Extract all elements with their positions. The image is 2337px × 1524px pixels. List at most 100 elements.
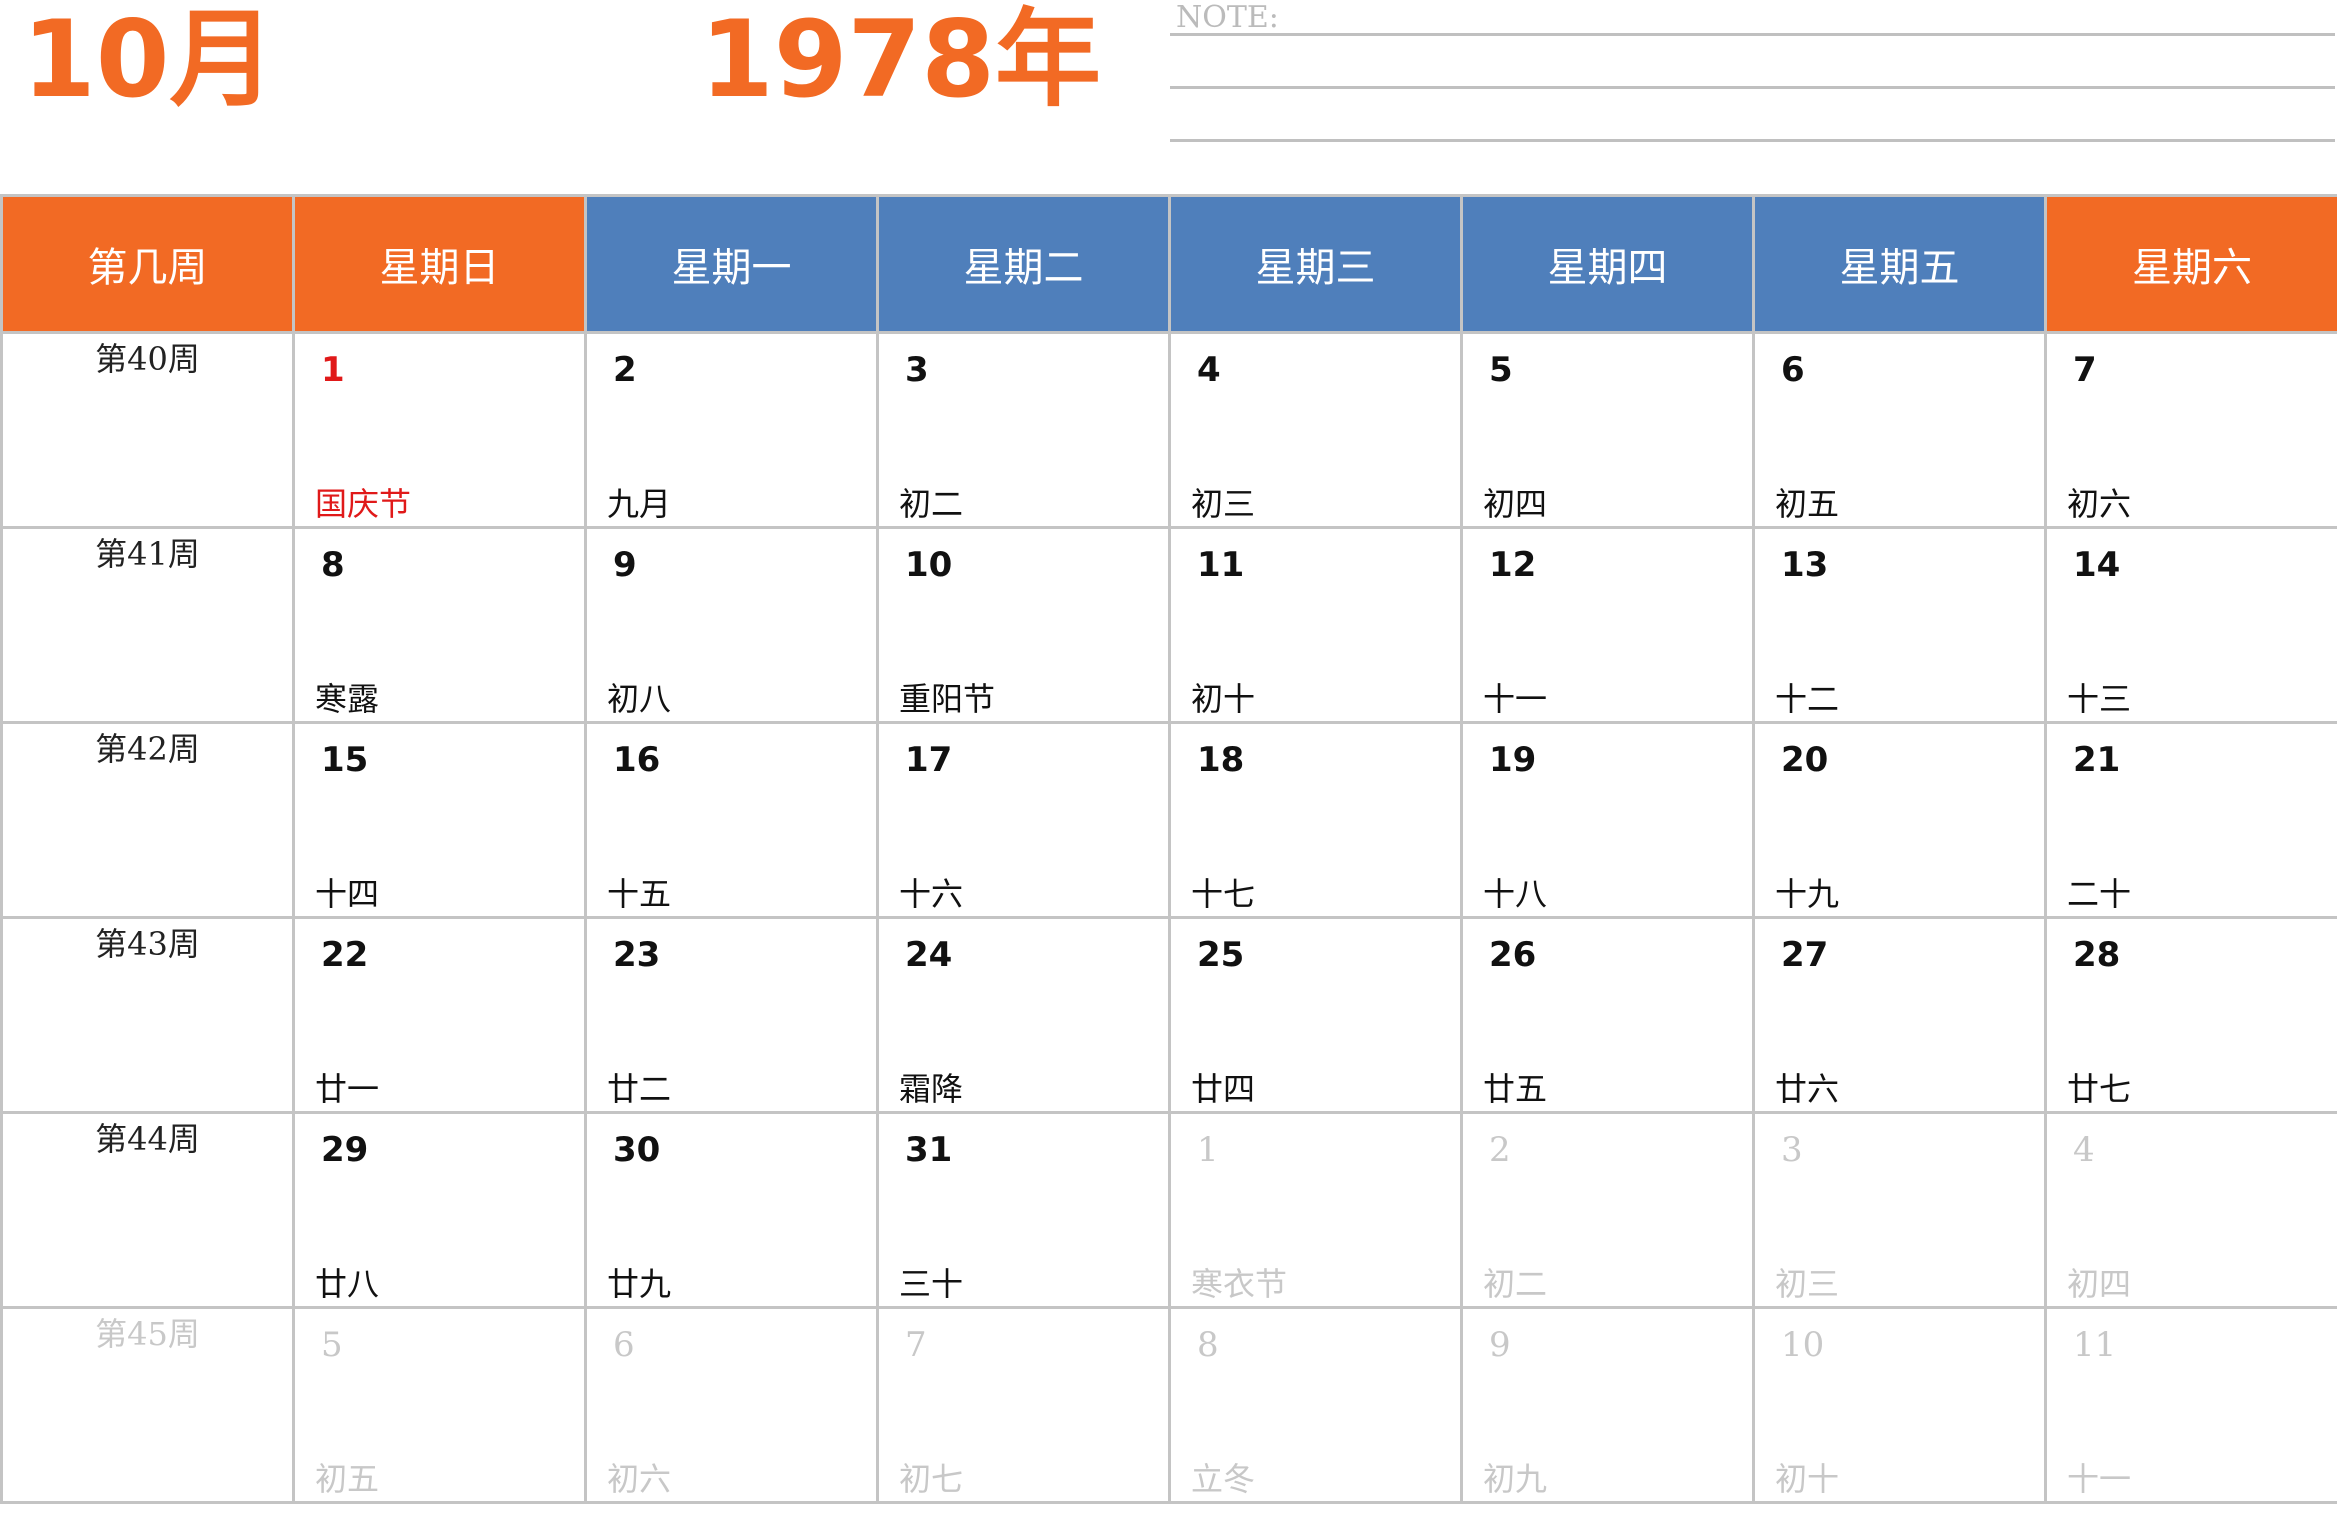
- day-cell[interactable]: 7 初六: [2044, 331, 2337, 529]
- header-friday: 星期五: [1752, 194, 2047, 334]
- header-saturday: 星期六: [2044, 194, 2337, 334]
- day-number: 19: [1489, 740, 1537, 780]
- calendar-grid: 第几周 星期日 星期一 星期二 星期三 星期四 星期五 星期六 第40周 1 国庆节…: [0, 194, 2337, 1504]
- lunar-date: 初十: [1775, 1460, 1840, 1498]
- day-cell[interactable]: 4 初四: [2044, 1111, 2337, 1309]
- lunar-date: 十四: [315, 875, 380, 913]
- day-cell[interactable]: 1 国庆节: [292, 331, 587, 529]
- day-cell[interactable]: 10 初十: [1752, 1306, 2047, 1504]
- lunar-date: 廿九: [607, 1265, 672, 1303]
- day-number: 15: [321, 740, 369, 780]
- day-number: 26: [1489, 935, 1537, 975]
- lunar-date: 廿八: [315, 1265, 380, 1303]
- header-sunday: 星期日: [292, 194, 587, 334]
- day-cell[interactable]: 31 三十: [876, 1111, 1171, 1309]
- lunar-date: 初十: [1191, 680, 1256, 718]
- year-title: 1978年: [700, 0, 1102, 121]
- lunar-date: 重阳节: [899, 680, 996, 718]
- day-cell[interactable]: 3 初二: [876, 331, 1171, 529]
- lunar-date: 十一: [2067, 1460, 2132, 1498]
- day-cell[interactable]: 16 十五: [584, 721, 879, 919]
- day-cell[interactable]: 22 廿一: [292, 916, 587, 1114]
- day-cell[interactable]: 17 十六: [876, 721, 1171, 919]
- day-cell[interactable]: 10 重阳节: [876, 526, 1171, 724]
- day-cell[interactable]: 5 初四: [1460, 331, 1755, 529]
- day-cell[interactable]: 11 初十: [1168, 526, 1463, 724]
- day-number: 9: [1489, 1325, 1511, 1365]
- lunar-date: 寒衣节: [1191, 1265, 1288, 1303]
- day-cell[interactable]: 23 廿二: [584, 916, 879, 1114]
- day-cell[interactable]: 5 初五: [292, 1306, 587, 1504]
- day-number: 16: [613, 740, 661, 780]
- day-cell[interactable]: 19 十八: [1460, 721, 1755, 919]
- day-number: 1: [321, 350, 345, 390]
- lunar-date: 寒露: [315, 680, 380, 718]
- lunar-date: 十五: [607, 875, 672, 913]
- header-thursday: 星期四: [1460, 194, 1755, 334]
- day-cell[interactable]: 15 十四: [292, 721, 587, 919]
- lunar-date: 十二: [1775, 680, 1840, 718]
- day-cell[interactable]: 11 十一: [2044, 1306, 2337, 1504]
- day-number: 2: [613, 350, 637, 390]
- lunar-date: 初三: [1191, 485, 1256, 523]
- day-cell[interactable]: 12 十一: [1460, 526, 1755, 724]
- lunar-date: 初四: [2067, 1265, 2132, 1303]
- day-number: 23: [613, 935, 661, 975]
- day-cell[interactable]: 27 廿六: [1752, 916, 2047, 1114]
- week-number-cell: 第42周: [0, 721, 295, 919]
- lunar-date: 十八: [1483, 875, 1548, 913]
- day-cell[interactable]: 30 廿九: [584, 1111, 879, 1309]
- header-wednesday: 星期三: [1168, 194, 1463, 334]
- day-number: 7: [2073, 350, 2097, 390]
- day-number: 25: [1197, 935, 1245, 975]
- day-cell[interactable]: 3 初三: [1752, 1111, 2047, 1309]
- lunar-date: 初六: [607, 1460, 672, 1498]
- day-number: 18: [1197, 740, 1245, 780]
- lunar-date: 十六: [899, 875, 964, 913]
- lunar-date: 十七: [1191, 875, 1256, 913]
- day-cell[interactable]: 2 九月: [584, 331, 879, 529]
- day-number: 5: [321, 1325, 343, 1365]
- day-cell[interactable]: 20 十九: [1752, 721, 2047, 919]
- day-cell[interactable]: 4 初三: [1168, 331, 1463, 529]
- day-cell[interactable]: 26 廿五: [1460, 916, 1755, 1114]
- day-cell[interactable]: 28 廿七: [2044, 916, 2337, 1114]
- day-number: 28: [2073, 935, 2121, 975]
- day-number: 11: [2073, 1325, 2117, 1365]
- day-cell[interactable]: 6 初六: [584, 1306, 879, 1504]
- week-row: 第43周 22 廿一 23 廿二 24 霜降 25 廿四 26 廿五 27 廿六 28 廿七: [0, 916, 2337, 1114]
- lunar-date: 九月: [607, 485, 672, 523]
- week-number-cell: 第43周: [0, 916, 295, 1114]
- week-number-cell: 第45周: [0, 1306, 295, 1504]
- lunar-date: 十一: [1483, 680, 1548, 718]
- day-number: 20: [1781, 740, 1829, 780]
- day-cell[interactable]: 1 寒衣节: [1168, 1111, 1463, 1309]
- day-cell[interactable]: 18 十七: [1168, 721, 1463, 919]
- day-cell[interactable]: 8 立冬: [1168, 1306, 1463, 1504]
- day-number: 9: [613, 545, 637, 585]
- day-number: 7: [905, 1325, 927, 1365]
- day-cell[interactable]: 24 霜降: [876, 916, 1171, 1114]
- day-cell[interactable]: 9 初八: [584, 526, 879, 724]
- day-cell[interactable]: 13 十二: [1752, 526, 2047, 724]
- day-cell[interactable]: 7 初七: [876, 1306, 1171, 1504]
- day-cell[interactable]: 8 寒露: [292, 526, 587, 724]
- day-cell[interactable]: 6 初五: [1752, 331, 2047, 529]
- lunar-date: 廿五: [1483, 1070, 1548, 1108]
- day-number: 29: [321, 1130, 369, 1170]
- lunar-date: 三十: [899, 1265, 964, 1303]
- lunar-date: 廿二: [607, 1070, 672, 1108]
- day-cell[interactable]: 9 初九: [1460, 1306, 1755, 1504]
- lunar-date: 初四: [1483, 485, 1548, 523]
- note-label: NOTE:: [1176, 0, 1279, 35]
- day-cell[interactable]: 29 廿八: [292, 1111, 587, 1309]
- day-cell[interactable]: 2 初二: [1460, 1111, 1755, 1309]
- day-cell[interactable]: 21 二十: [2044, 721, 2337, 919]
- day-number: 31: [905, 1130, 953, 1170]
- day-number: 21: [2073, 740, 2121, 780]
- lunar-date: 初七: [899, 1460, 964, 1498]
- note-line: [1170, 86, 2335, 89]
- day-cell[interactable]: 25 廿四: [1168, 916, 1463, 1114]
- day-cell[interactable]: 14 十三: [2044, 526, 2337, 724]
- day-number: 10: [1781, 1325, 1825, 1365]
